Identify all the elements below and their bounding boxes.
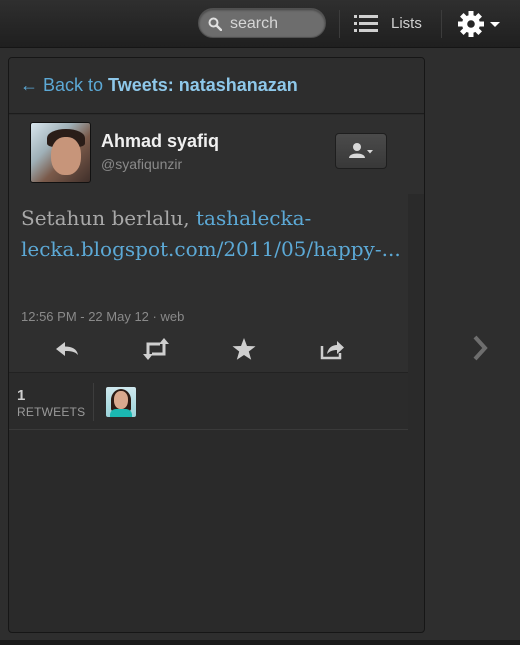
topbar-divider [339, 10, 340, 38]
retweeter-avatar[interactable] [106, 387, 136, 417]
avatar[interactable] [30, 122, 91, 183]
list-icon [354, 15, 378, 32]
retweet-icon[interactable] [140, 334, 172, 364]
gear-icon [458, 11, 484, 37]
tweet-text: Setahun berlalu, tashalecka-lecka.blogsp… [21, 203, 405, 265]
author-handle[interactable]: @syafiqunzir [101, 156, 182, 172]
tweet-actions [9, 334, 408, 370]
retweets-summary[interactable]: 1 RETWEETS [9, 372, 408, 430]
topbar-divider [441, 10, 442, 38]
retweet-divider [93, 383, 94, 421]
share-icon[interactable] [316, 334, 348, 364]
panel-header: ← Back to Tweets: natashanazan [9, 58, 424, 114]
chevron-down-icon [367, 150, 373, 154]
tweet-timestamp[interactable]: 12:56 PM - 22 May 12 · web [21, 309, 184, 324]
settings-menu-button[interactable] [458, 11, 504, 37]
avatar-face [51, 137, 81, 175]
tweet-detail-panel: ← Back to Tweets: natashanazan Ahmad sya… [8, 57, 425, 633]
retweet-label: RETWEETS [17, 405, 86, 419]
chevron-down-icon [490, 22, 500, 27]
user-actions-button[interactable] [335, 133, 387, 169]
back-prefix: ← Back to [20, 75, 109, 95]
back-to-tweets-link[interactable]: ← Back to Tweets: natashanazan [20, 75, 298, 96]
reply-icon[interactable] [51, 334, 83, 364]
chevron-right-icon[interactable] [470, 333, 492, 363]
favorite-icon[interactable] [228, 334, 260, 364]
back-target: Tweets: natashanazan [108, 75, 298, 95]
search-icon [208, 17, 222, 31]
tweet-body: Setahun berlalu, tashalecka-lecka.blogsp… [9, 194, 408, 372]
retweet-count: 1 [17, 387, 26, 404]
lists-label: Lists [391, 15, 422, 32]
user-icon [349, 143, 365, 158]
tweet-author[interactable]: Ahmad syafiq @syafiqunzir [9, 115, 424, 194]
search-box[interactable]: search [198, 8, 326, 38]
bottom-bar [0, 640, 520, 645]
top-bar: search Lists [0, 0, 520, 48]
tweet-text-plain: Setahun berlalu, [21, 206, 197, 230]
search-input[interactable]: search [230, 15, 278, 33]
author-name[interactable]: Ahmad syafiq [101, 131, 219, 152]
retweeter-face [114, 391, 128, 409]
retweeter-shirt [110, 409, 132, 417]
